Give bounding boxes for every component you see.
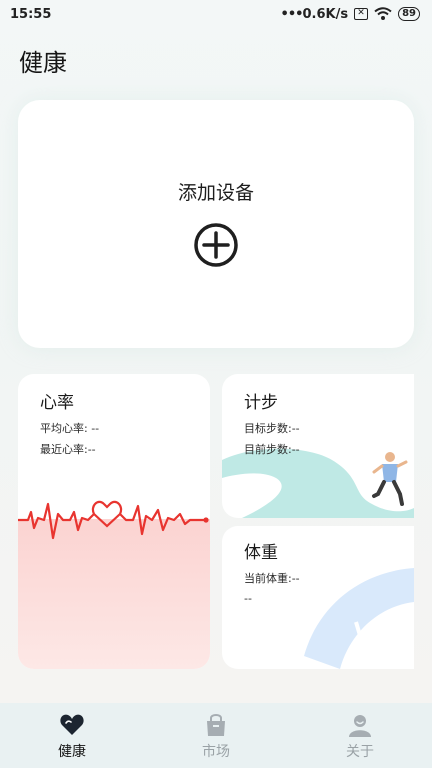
weight-scale-graphic <box>304 568 414 669</box>
weight-card[interactable]: 体重 当前体重:-- -- <box>222 526 414 669</box>
ecg-heart <box>91 500 123 528</box>
add-device-label: 添加设备 <box>177 182 254 204</box>
heart-rate-title: 心率 <box>40 393 74 413</box>
add-device-button[interactable] <box>193 222 239 268</box>
battery-icon: 89 <box>398 7 420 21</box>
tab-about-label: 关于 <box>346 744 374 760</box>
person-icon <box>349 715 371 737</box>
steps-card[interactable]: 计步 目标步数:-- 目前步数:-- <box>222 374 414 518</box>
heart-rate-recent: 最近心率:-- <box>40 443 96 456</box>
sim-icon: ✕ <box>354 8 369 20</box>
tab-market-label: 市场 <box>202 744 230 760</box>
shopping-bag-icon <box>207 714 225 736</box>
status-time: 15:55 <box>10 6 52 22</box>
tab-health-label: 健康 <box>58 744 86 760</box>
tab-health[interactable]: 健康 <box>0 703 144 768</box>
weight-extra: -- <box>244 592 252 605</box>
weight-title: 体重 <box>244 543 278 563</box>
heart-rate-ecg-graphic <box>18 500 209 540</box>
wifi-icon <box>374 7 392 20</box>
page-title: 健康 <box>19 49 67 77</box>
steps-target: 目标步数:-- <box>244 422 300 435</box>
ecg-end-dot <box>203 517 209 523</box>
tab-market[interactable]: 市场 <box>144 703 288 768</box>
ecg-line-right <box>119 504 206 536</box>
steps-title: 计步 <box>244 393 278 413</box>
ecg-line <box>18 502 95 540</box>
runner-icon <box>372 452 408 506</box>
status-bar: 15:55 •••0.6K/s ✕ 89 <box>0 0 432 28</box>
weight-current: 当前体重:-- <box>244 572 300 585</box>
tab-about[interactable]: 关于 <box>288 703 432 768</box>
bottom-tab-bar: 健康 市场 关于 <box>0 703 432 768</box>
status-icons: •••0.6K/s ✕ 89 <box>281 7 420 22</box>
steps-current: 目前步数:-- <box>244 443 300 456</box>
heart-rate-average: 平均心率: -- <box>40 422 100 435</box>
heart-icon <box>60 714 84 735</box>
network-speed: •••0.6K/s <box>280 6 349 22</box>
